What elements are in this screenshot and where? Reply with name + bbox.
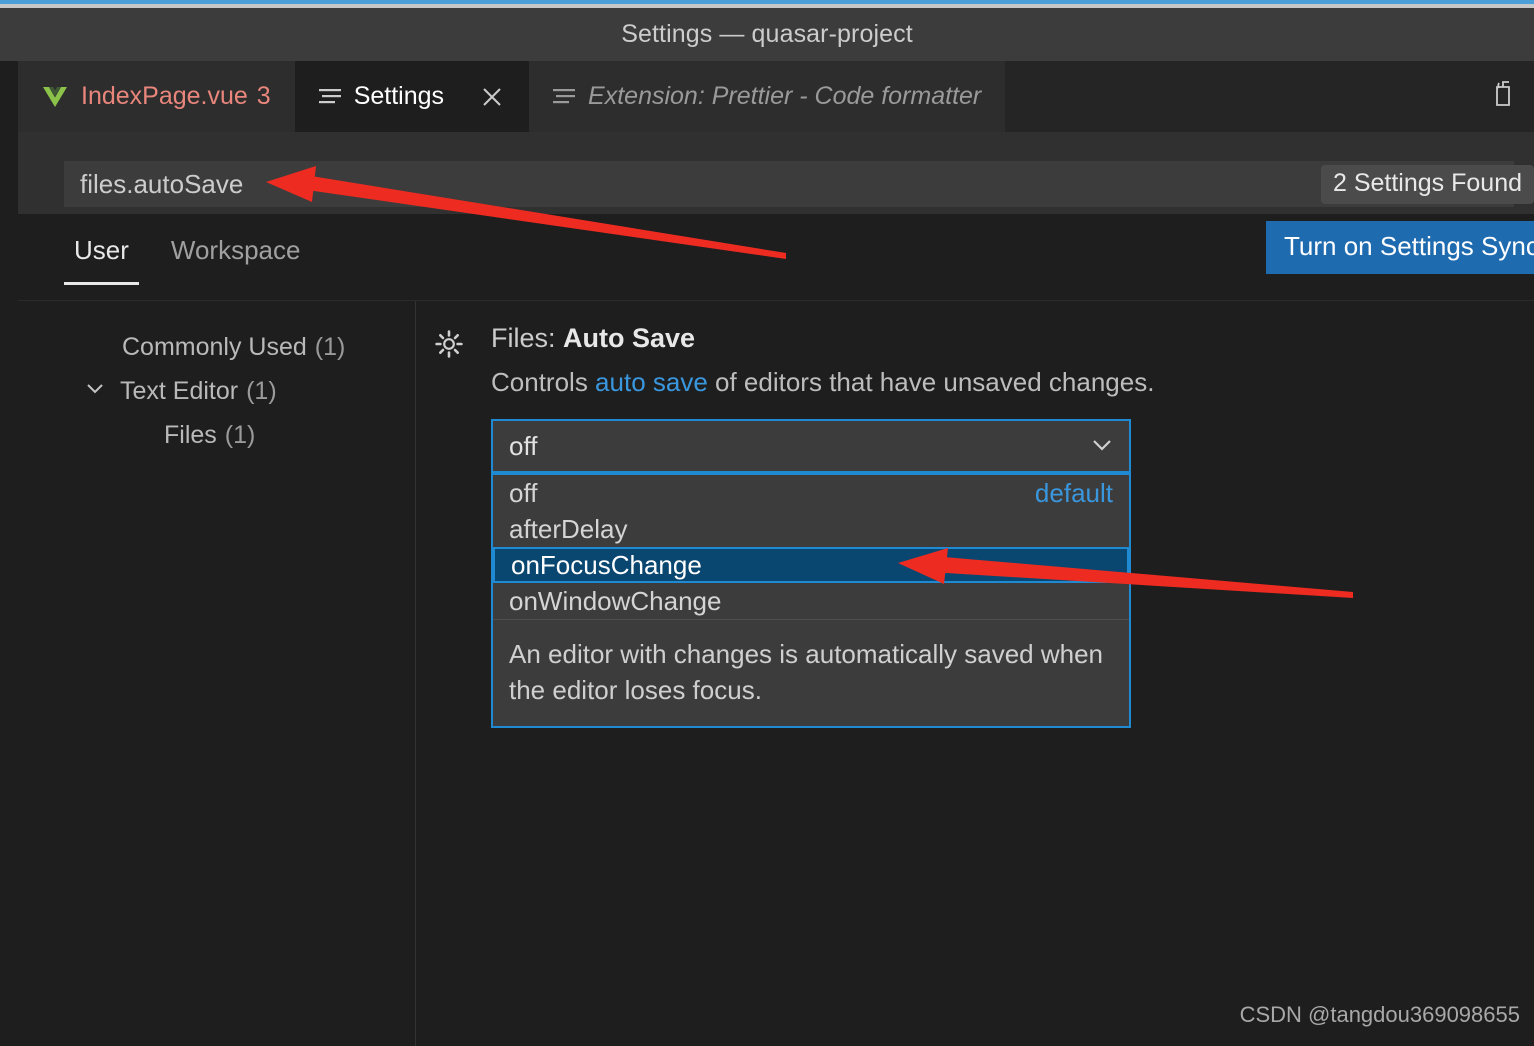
gear-icon[interactable] [434,329,464,473]
toc-item-files[interactable]: Files (1) [18,413,415,457]
toc-item-count: (1) [246,376,277,405]
vue-icon [42,85,68,109]
combobox-option-onwindowchange[interactable]: onWindowChange [493,583,1129,619]
setting-gear-wrap [417,323,481,473]
autosave-combobox-value: off [509,430,538,461]
toc-item-label: Files [164,420,217,449]
window-titlebar: Settings — quasar-project [0,8,1534,61]
toc-item-label: Commonly Used [122,332,307,361]
tabbar-actions [1486,61,1534,132]
tab-extension-prettier[interactable]: Extension: Prettier - Code formatter [529,61,1006,132]
setting-description-part-3: of editors that have unsaved changes. [707,367,1155,397]
settings-list: Files: Auto Save Controls auto save of e… [417,301,1534,1046]
settings-scope-tabs: User Workspace [64,231,310,285]
tab-label: Extension: Prettier - Code formatter [588,82,982,110]
combobox-option-label: onFocusChange [511,549,702,580]
settings-editor: files.autoSave 2 Settings Found User Wor… [18,132,1534,1046]
setting-description: Controls auto save of editors that have … [491,367,1534,398]
combobox-option-default-tag: default [1034,477,1113,508]
toc-item-text-editor[interactable]: Text Editor (1) [18,369,415,413]
settings-found-badge: 2 Settings Found [1320,165,1534,204]
editor-tabbar: IndexPage.vue 3 Settings Extension: Pret… [0,61,1534,132]
autosave-combobox: off off default afterDelay onFocusChange… [491,419,1131,728]
combobox-option-label: off [509,477,538,508]
tabbar-filler [1005,61,1486,132]
combobox-option-off[interactable]: off default [493,475,1129,511]
search-input[interactable]: files.autoSave [64,161,1514,207]
setting-title: Files: Auto Save [491,323,1534,354]
combobox-option-onfocuschange[interactable]: onFocusChange [493,547,1129,583]
window-title: Settings — quasar-project [621,20,913,48]
tab-modified-badge: 3 [256,82,271,110]
chevron-down-icon[interactable] [1089,431,1115,462]
settings-lines-icon [318,87,341,107]
tab-label: Settings [353,82,445,110]
toc-item-count: (1) [314,332,346,361]
settings-lines-icon [553,87,576,107]
settings-toc-tree: Commonly Used (1) Text Editor (1) Files … [18,301,416,1046]
toc-item-count: (1) [224,420,256,449]
watermark: CSDN @tangdou369098655 [1239,1002,1520,1027]
combobox-option-afterdelay[interactable]: afterDelay [493,511,1129,547]
tab-settings[interactable]: Settings [294,61,530,132]
tab-indexpage-vue[interactable]: IndexPage.vue 3 [18,61,295,132]
settings-split-area: Commonly Used (1) Text Editor (1) Files … [18,301,1534,1046]
setting-title-prefix: Files: [491,323,564,353]
split-editor-icon[interactable] [1486,79,1516,114]
turn-on-settings-sync-button[interactable]: Turn on Settings Sync [1266,221,1534,274]
close-icon[interactable] [479,84,505,110]
tabbar-left-gutter [0,61,18,132]
toc-item-commonly-used[interactable]: Commonly Used (1) [18,325,415,369]
setting-description-part-1: Controls [491,367,596,397]
tab-user[interactable]: User [64,231,139,285]
tab-label: IndexPage.vue [81,82,248,110]
combobox-option-description: An editor with changes is automatically … [493,619,1129,726]
tab-workspace[interactable]: Workspace [161,231,311,285]
auto-save-link[interactable]: auto save [595,367,708,397]
setting-title-strong: Auto Save [563,323,696,353]
settings-scope-row: User Workspace Turn on Settings Sync [18,214,1534,301]
chevron-down-icon[interactable] [84,377,120,406]
setting-main: Files: Auto Save Controls auto save of e… [481,323,1534,728]
combobox-option-label: afterDelay [509,513,628,544]
combobox-option-label: onWindowChange [509,585,722,616]
autosave-combobox-field[interactable]: off [491,419,1131,473]
setting-row-files-autosave: Files: Auto Save Controls auto save of e… [417,301,1534,728]
search-input-value: files.autoSave [80,168,244,199]
vscode-window: Settings — quasar-project IndexPage.vue … [0,0,1534,1046]
settings-search-header: files.autoSave 2 Settings Found [18,132,1534,214]
autosave-combobox-dropdown: off default afterDelay onFocusChange onW… [491,473,1131,728]
toc-item-label: Text Editor [120,376,239,405]
